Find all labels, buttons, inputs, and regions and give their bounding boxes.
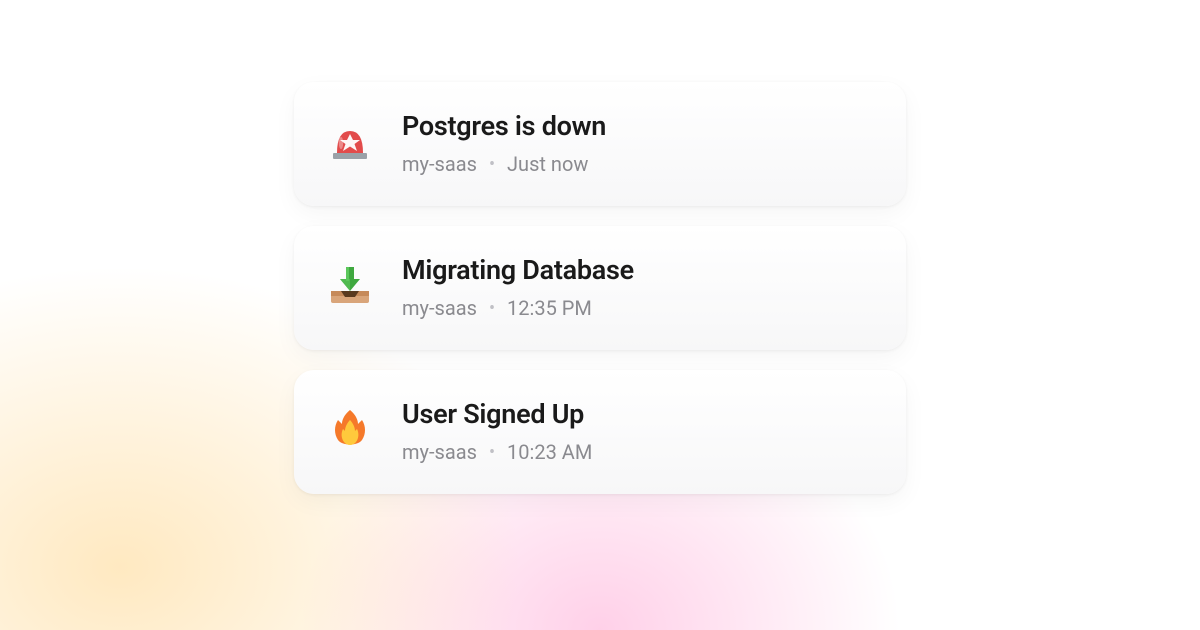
notification-meta: my-saas • Just now bbox=[402, 152, 874, 176]
notification-time: Just now bbox=[507, 152, 588, 176]
notification-title: Postgres is down bbox=[402, 110, 874, 142]
notification-time: 10:23 AM bbox=[507, 440, 592, 464]
notification-body: User Signed Up my-saas • 10:23 AM bbox=[402, 398, 874, 464]
notification-title: User Signed Up bbox=[402, 398, 874, 430]
project-name: my-saas bbox=[402, 152, 477, 176]
inbox-download-icon bbox=[326, 260, 374, 308]
notification-meta: my-saas • 12:35 PM bbox=[402, 296, 874, 320]
notification-card[interactable]: User Signed Up my-saas • 10:23 AM bbox=[294, 370, 906, 494]
meta-separator: • bbox=[489, 298, 495, 319]
fire-icon bbox=[326, 404, 374, 452]
siren-icon bbox=[326, 116, 374, 164]
notification-time: 12:35 PM bbox=[507, 296, 592, 320]
notification-meta: my-saas • 10:23 AM bbox=[402, 440, 874, 464]
notification-body: Migrating Database my-saas • 12:35 PM bbox=[402, 254, 874, 320]
project-name: my-saas bbox=[402, 440, 477, 464]
meta-separator: • bbox=[489, 442, 495, 463]
notification-list: Postgres is down my-saas • Just now Migr… bbox=[294, 82, 906, 494]
notification-card[interactable]: Migrating Database my-saas • 12:35 PM bbox=[294, 226, 906, 350]
notification-body: Postgres is down my-saas • Just now bbox=[402, 110, 874, 176]
meta-separator: • bbox=[489, 154, 495, 175]
project-name: my-saas bbox=[402, 296, 477, 320]
notification-title: Migrating Database bbox=[402, 254, 874, 286]
notification-card[interactable]: Postgres is down my-saas • Just now bbox=[294, 82, 906, 206]
